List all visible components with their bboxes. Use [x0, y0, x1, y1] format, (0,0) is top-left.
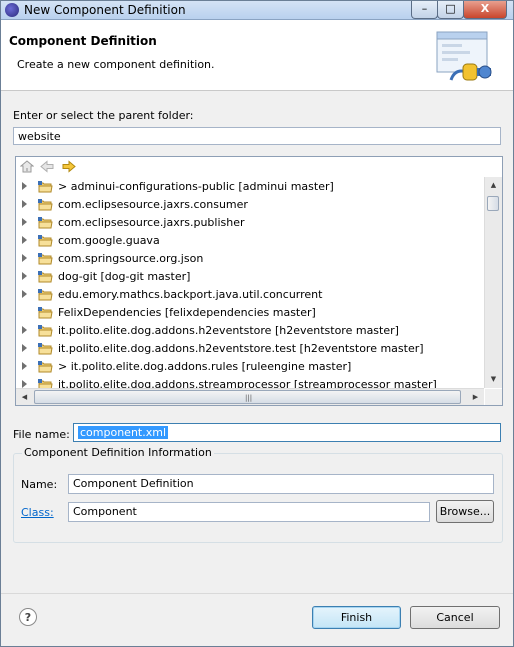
file-name-value: component.xml — [78, 426, 169, 439]
class-link[interactable]: Class: — [21, 506, 54, 519]
tree-item-label: > it.polito.elite.dog.addons.rules [rule… — [58, 360, 352, 373]
expand-arrow-icon[interactable] — [22, 200, 27, 208]
expand-arrow-icon[interactable] — [22, 182, 27, 190]
back-arrow-icon[interactable] — [40, 160, 54, 173]
maximize-button[interactable]: □ — [437, 1, 464, 19]
tree-item-label: FelixDependencies [felixdependencies mas… — [58, 306, 316, 319]
tree-item-label: com.springsource.org.json — [58, 252, 204, 265]
project-folder-icon — [38, 361, 53, 373]
tree-item-label: > adminui-configurations-public [adminui… — [58, 180, 334, 193]
wizard-banner-icon — [436, 31, 492, 81]
project-folder-icon — [38, 271, 53, 283]
horizontal-scrollbar[interactable]: ◀ ||| ▶ — [16, 388, 484, 405]
vertical-scrollbar[interactable]: ▲ ▼ — [484, 177, 502, 388]
wizard-header: Component Definition Create a new compon… — [1, 20, 513, 91]
component-info-group: Component Definition Information Name: C… — [13, 446, 503, 543]
scrollbar-corner — [485, 389, 502, 405]
project-folder-icon — [38, 325, 53, 337]
expand-arrow-icon[interactable] — [22, 362, 27, 370]
window-title: New Component Definition — [24, 3, 186, 17]
home-icon[interactable] — [20, 160, 34, 173]
file-name-input[interactable]: component.xml — [73, 423, 501, 442]
eclipse-icon — [5, 3, 19, 17]
tree-item-label: edu.emory.mathcs.backport.java.util.conc… — [58, 288, 323, 301]
scroll-down-arrow-icon[interactable]: ▼ — [485, 371, 502, 388]
grip-icon: ||| — [245, 394, 253, 402]
forward-arrow-icon[interactable] — [62, 160, 76, 173]
group-title: Component Definition Information — [22, 446, 214, 459]
scroll-right-arrow-icon[interactable]: ▶ — [467, 389, 484, 405]
name-label: Name: — [21, 478, 58, 491]
project-folder-icon — [38, 217, 53, 229]
minimize-button[interactable]: – — [411, 1, 438, 19]
tree-rows: > adminui-configurations-public [adminui… — [16, 178, 484, 389]
file-name-label: File name: — [13, 428, 70, 441]
close-button[interactable]: X — [463, 1, 507, 19]
expand-arrow-icon[interactable] — [22, 272, 27, 280]
tree-toolbar — [16, 157, 484, 177]
vertical-scroll-thumb[interactable] — [487, 196, 499, 211]
scroll-up-arrow-icon[interactable]: ▲ — [485, 177, 502, 194]
expand-arrow-icon[interactable] — [22, 380, 27, 388]
expand-arrow-icon[interactable] — [22, 254, 27, 262]
tree-item-label: dog-git [dog-git master] — [58, 270, 191, 283]
horizontal-scroll-thumb[interactable]: ||| — [34, 390, 461, 404]
expand-arrow-icon[interactable] — [22, 326, 27, 334]
page-title: Component Definition — [9, 34, 157, 48]
expand-arrow-icon[interactable] — [22, 236, 27, 244]
page-description: Create a new component definition. — [17, 58, 215, 71]
parent-folder-input[interactable]: website — [13, 127, 501, 145]
finish-button[interactable]: Finish — [312, 606, 401, 629]
project-folder-icon — [38, 307, 53, 319]
tree-item-label: com.eclipsesource.jaxrs.publisher — [58, 216, 245, 229]
title-bar[interactable]: New Component Definition – □ X — [1, 1, 513, 20]
expand-arrow-icon[interactable] — [22, 218, 27, 226]
parent-folder-label: Enter or select the parent folder: — [13, 109, 194, 122]
browse-button[interactable]: Browse... — [436, 500, 494, 523]
project-folder-icon — [38, 253, 53, 265]
class-input[interactable]: Component — [68, 502, 430, 522]
expand-arrow-icon[interactable] — [22, 290, 27, 298]
scroll-left-arrow-icon[interactable]: ◀ — [16, 389, 33, 405]
name-input[interactable]: Component Definition — [68, 474, 494, 494]
cancel-button[interactable]: Cancel — [410, 606, 500, 629]
tree-item-label: com.google.guava — [58, 234, 160, 247]
project-tree[interactable]: > adminui-configurations-public [adminui… — [15, 156, 503, 406]
project-folder-icon — [38, 235, 53, 247]
tree-item-label: com.eclipsesource.jaxrs.consumer — [58, 198, 248, 211]
project-folder-icon — [38, 289, 53, 301]
tree-item-label: it.polito.elite.dog.addons.h2eventstore … — [58, 324, 399, 337]
project-folder-icon — [38, 199, 53, 211]
help-icon[interactable]: ? — [19, 608, 37, 626]
expand-arrow-icon[interactable] — [22, 344, 27, 352]
project-folder-icon — [38, 343, 53, 355]
footer-separator — [1, 593, 513, 594]
dialog-window: New Component Definition – □ X Component… — [0, 0, 514, 647]
project-folder-icon — [38, 181, 53, 193]
tree-item-label: it.polito.elite.dog.addons.h2eventstore.… — [58, 342, 424, 355]
